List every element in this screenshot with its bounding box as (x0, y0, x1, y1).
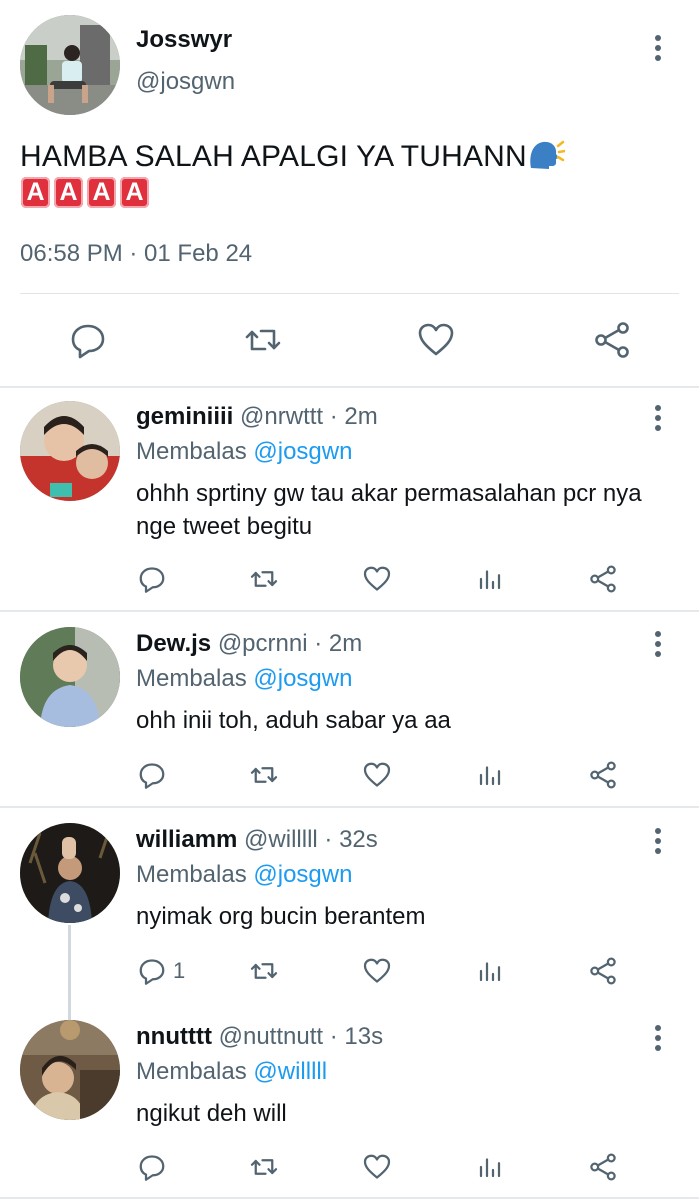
reply-avatar[interactable] (20, 401, 120, 501)
replying-to-mention[interactable]: @willlll (253, 1058, 327, 1085)
analytics-icon[interactable] (475, 564, 505, 594)
reply-handle-time[interactable]: @nuttnutt · 13s (219, 1023, 383, 1050)
more-options-icon[interactable] (646, 626, 670, 662)
reply-text: ngikut deh will (136, 1100, 287, 1127)
retweet-icon[interactable] (249, 564, 279, 594)
like-icon[interactable] (362, 564, 392, 594)
reply-avatar[interactable] (20, 823, 120, 923)
more-options-icon[interactable] (646, 1020, 670, 1056)
analytics-icon[interactable] (475, 760, 505, 790)
retweet-icon[interactable] (243, 320, 283, 360)
like-icon[interactable] (362, 1152, 392, 1182)
reply-text: ohhh sprtiny gw tau akar permasalahan pc… (136, 480, 642, 540)
analytics-icon[interactable] (475, 1152, 505, 1182)
replying-to-mention[interactable]: @josgwn (253, 438, 352, 465)
replying-to-label: Membalas (136, 665, 247, 692)
like-icon[interactable] (362, 760, 392, 790)
replying-to: Membalas @josgwn (136, 665, 352, 693)
a-button-emoji-icon: A (21, 177, 50, 208)
more-options-icon[interactable] (646, 30, 670, 66)
reply-icon[interactable] (68, 320, 108, 360)
thread-connector (68, 925, 71, 1020)
a-button-emoji-icon: A (54, 177, 83, 208)
divider (0, 386, 699, 388)
reply-icon[interactable] (137, 1152, 167, 1182)
share-icon[interactable] (588, 564, 618, 594)
reply-header: nnutttt @nuttnutt · 13s (136, 1023, 383, 1051)
reply-handle-time[interactable]: @willlll · 32s (244, 826, 378, 853)
reply-count: 1 (173, 958, 186, 983)
reply-handle-time[interactable]: @pcrnni · 2m (218, 630, 362, 657)
reply-display-name[interactable]: nnutttt (136, 1023, 212, 1050)
reply-header: Dew.js @pcrnni · 2m (136, 630, 362, 658)
like-icon[interactable] (416, 320, 456, 360)
share-icon[interactable] (588, 1152, 618, 1182)
divider (0, 610, 699, 612)
like-icon[interactable] (362, 956, 392, 986)
reply-avatar[interactable] (20, 1020, 120, 1120)
replying-to-mention[interactable]: @josgwn (253, 861, 352, 888)
reply-icon[interactable] (137, 760, 167, 790)
reply-text: nyimak org bucin berantem (136, 903, 426, 930)
avatar-image (20, 627, 120, 727)
replying-to: Membalas @willlll (136, 1058, 327, 1086)
share-icon[interactable] (588, 956, 618, 986)
a-button-emoji-row: A A A A (21, 177, 149, 208)
reply-header: geminiiii @nrwttt · 2m (136, 403, 378, 431)
retweet-icon[interactable] (249, 1152, 279, 1182)
divider (0, 806, 699, 808)
reply-display-name[interactable]: Dew.js (136, 630, 211, 657)
analytics-icon[interactable] (475, 956, 505, 986)
reply-header: williamm @willlll · 32s (136, 826, 378, 854)
main-handle[interactable]: @josgwn (136, 68, 235, 96)
a-button-emoji-icon: A (87, 177, 116, 208)
replying-to-mention[interactable]: @josgwn (253, 665, 352, 692)
tweet-text-content: HAMBA SALAH APALGI YA TUHANN (20, 140, 527, 173)
divider (0, 1197, 699, 1199)
replying-to-label: Membalas (136, 1058, 247, 1085)
reply-display-name[interactable]: williamm (136, 826, 237, 853)
reply-text: ohh inii toh, aduh sabar ya aa (136, 707, 451, 734)
reply-icon[interactable] (137, 956, 167, 986)
a-button-emoji-icon: A (120, 177, 149, 208)
reply-avatar[interactable] (20, 627, 120, 727)
retweet-icon[interactable] (249, 956, 279, 986)
reply-handle-time[interactable]: @nrwttt · 2m (240, 403, 378, 430)
more-options-icon[interactable] (646, 823, 670, 859)
avatar-image (20, 823, 120, 923)
divider (20, 293, 679, 294)
reply-icon[interactable] (137, 564, 167, 594)
tweet-text: HAMBA SALAH APALGI YA TUHANN (20, 138, 567, 176)
replying-to-label: Membalas (136, 438, 247, 465)
reply-display-name[interactable]: geminiiii (136, 403, 233, 430)
retweet-icon[interactable] (249, 760, 279, 790)
share-icon[interactable] (592, 320, 632, 360)
tweet-timestamp[interactable]: 06:58 PM · 01 Feb 24 (20, 240, 252, 268)
avatar-image (20, 1020, 120, 1120)
avatar-image (20, 15, 120, 115)
share-icon[interactable] (588, 760, 618, 790)
main-display-name[interactable]: Josswyr (136, 26, 232, 54)
replying-to: Membalas @josgwn (136, 861, 352, 889)
main-avatar[interactable] (20, 15, 120, 115)
avatar-image (20, 401, 120, 501)
more-options-icon[interactable] (646, 400, 670, 436)
replying-to-label: Membalas (136, 861, 247, 888)
speaking-head-emoji-icon (527, 138, 567, 170)
replying-to: Membalas @josgwn (136, 438, 352, 466)
